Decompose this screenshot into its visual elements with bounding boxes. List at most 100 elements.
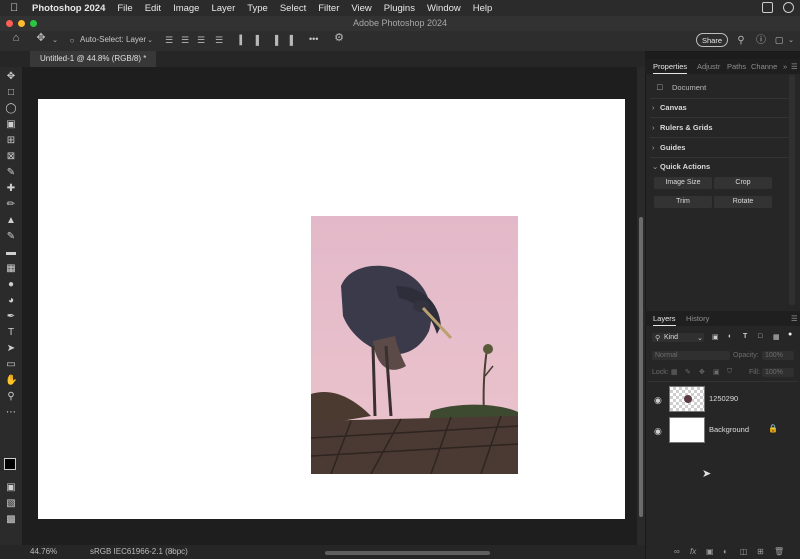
tab-adjustments[interactable]: Adjustr (697, 62, 720, 71)
auto-select-dropdown[interactable]: Layer (126, 35, 146, 44)
eyedropper-tool-icon[interactable]: ✎ (5, 167, 17, 179)
lock-all-icon[interactable]: ⛉ (727, 368, 732, 376)
filter-type-icon[interactable]: T (743, 333, 747, 340)
edit-toolbar-icon[interactable]: ▩ (5, 514, 17, 526)
history-brush-tool-icon[interactable]: ✎ (5, 231, 17, 243)
eraser-tool-icon[interactable]: ▬ (5, 247, 17, 259)
path-selection-tool-icon[interactable]: ➤ (5, 343, 17, 355)
new-adjustment-layer-icon[interactable]: ◐ (723, 547, 728, 556)
trim-button[interactable]: Trim (654, 196, 712, 208)
marquee-tool-icon[interactable]: □ (5, 87, 17, 99)
layer-name[interactable]: 1250290 (709, 394, 738, 403)
filter-adjustment-icon[interactable]: ◐ (728, 333, 732, 340)
rectangle-tool-icon[interactable]: ▭ (5, 359, 17, 371)
filter-toggle-icon[interactable]: ● (788, 331, 792, 338)
crop-tool-icon[interactable]: ⊞ (5, 135, 17, 147)
frame-tool-icon[interactable]: ⊠ (5, 151, 17, 163)
new-group-icon[interactable]: ◫ (740, 547, 748, 556)
section-quick-actions[interactable]: ⌄ Quick Actions (652, 162, 710, 171)
align-bottom-icon[interactable]: ☰ (196, 36, 206, 45)
auto-select-checkbox[interactable]: ○ (67, 36, 77, 45)
help-icon[interactable]: ⓘ (756, 36, 766, 46)
section-guides[interactable]: › Guides (652, 143, 685, 152)
rotate-button[interactable]: Rotate (714, 196, 772, 208)
vertical-scroll-thumb[interactable] (639, 217, 643, 517)
align-top-icon[interactable]: ☰ (164, 36, 174, 45)
tab-paths[interactable]: Paths (727, 62, 746, 71)
align-middle-icon[interactable]: ☰ (180, 36, 190, 45)
section-canvas[interactable]: › Canvas (652, 103, 687, 112)
filter-pixel-icon[interactable]: ▣ (712, 333, 719, 341)
screen-mode-icon[interactable]: ▧ (5, 498, 17, 510)
trash-icon[interactable]: 🗑 (774, 547, 784, 556)
pen-tool-icon[interactable]: ✒ (5, 311, 17, 323)
gradient-tool-icon[interactable]: ▦ (5, 263, 17, 275)
crop-button[interactable]: Crop (714, 177, 772, 189)
quick-mask-icon[interactable]: ▣ (5, 482, 17, 494)
move-tool-icon[interactable]: ✥ (5, 71, 17, 83)
share-button[interactable]: Share (696, 33, 728, 47)
object-selection-tool-icon[interactable]: ▣ (5, 119, 17, 131)
type-tool-icon[interactable]: T (5, 327, 17, 339)
more-tools-icon[interactable]: ⋯ (5, 407, 17, 419)
lock-pixels-icon[interactable]: ✎ (685, 368, 691, 376)
eye-icon[interactable]: ◉ (654, 426, 662, 437)
menu-window[interactable]: Window (427, 3, 461, 14)
tab-channels[interactable]: Channe (751, 62, 777, 71)
panel-menu-icon[interactable]: ☰ (791, 314, 798, 323)
siri-icon[interactable] (783, 2, 794, 13)
align-center-icon[interactable]: ▌ (254, 36, 264, 45)
blur-tool-icon[interactable]: ● (5, 279, 17, 291)
menu-app-name[interactable]: Photoshop 2024 (32, 3, 105, 14)
layer-style-icon[interactable]: fx (690, 547, 696, 556)
lock-icon[interactable]: 🔒 (768, 424, 778, 433)
menu-filter[interactable]: Filter (318, 3, 339, 14)
distribute-icon[interactable]: ☰ (214, 36, 224, 45)
align-right-icon[interactable]: ▐ (270, 36, 280, 45)
tab-layers[interactable]: Layers (653, 314, 676, 326)
new-layer-icon[interactable]: ⊞ (757, 547, 764, 556)
lasso-tool-icon[interactable]: ◯ (5, 103, 17, 115)
tab-properties[interactable]: Properties (653, 62, 688, 74)
menu-view[interactable]: View (351, 3, 371, 14)
menu-image[interactable]: Image (173, 3, 199, 14)
control-center-icon[interactable] (762, 2, 773, 13)
search-icon[interactable]: ⚲ (736, 36, 746, 46)
chevron-down-icon[interactable]: ⌄ (50, 36, 60, 45)
tab-history[interactable]: History (686, 314, 709, 323)
workspace-icon[interactable]: ▢ (774, 36, 784, 45)
menu-edit[interactable]: Edit (145, 3, 161, 14)
healing-brush-tool-icon[interactable]: ✚ (5, 183, 17, 195)
image-size-button[interactable]: Image Size (654, 177, 712, 189)
document-tab[interactable]: Untitled-1 @ 44.8% (RGB/8) * (30, 51, 157, 67)
clone-stamp-tool-icon[interactable]: ▲ (5, 215, 17, 227)
panel-menu-icon[interactable]: ☰ (791, 62, 798, 71)
menu-help[interactable]: Help (473, 3, 493, 14)
layer-row-background[interactable]: ◉ Background 🔒 (648, 416, 796, 446)
panel-collapse-icon[interactable]: » (783, 62, 787, 71)
chevron-down-icon[interactable]: ⌄ (145, 36, 155, 45)
dodge-tool-icon[interactable]: ◕ (5, 295, 17, 307)
zoom-level[interactable]: 44.76% (30, 547, 57, 556)
horizontal-scroll-thumb[interactable] (325, 551, 490, 555)
eye-icon[interactable]: ◉ (654, 395, 662, 406)
lock-artboard-icon[interactable]: ▣ (713, 368, 720, 376)
lock-position-icon[interactable]: ✥ (699, 368, 705, 376)
more-options-icon[interactable]: ••• (309, 34, 318, 44)
brush-tool-icon[interactable]: ✏ (5, 199, 17, 211)
hand-tool-icon[interactable]: ✋ (5, 375, 17, 387)
filter-shape-icon[interactable]: □ (758, 333, 762, 340)
lock-transparent-icon[interactable]: ▦ (671, 368, 678, 376)
move-tool-icon[interactable]: ✥ (36, 33, 46, 44)
foreground-color-swatch[interactable] (4, 458, 16, 470)
chevron-down-icon[interactable]: ⌄ (786, 36, 796, 45)
menu-select[interactable]: Select (280, 3, 306, 14)
menu-layer[interactable]: Layer (211, 3, 235, 14)
heron-photo[interactable] (311, 216, 518, 474)
layer-name[interactable]: Background (709, 425, 749, 434)
link-layers-icon[interactable]: ∞ (674, 547, 680, 556)
menu-file[interactable]: File (117, 3, 132, 14)
status-menu-arrow[interactable]: › (170, 547, 173, 556)
home-icon[interactable]: ⌂ (11, 33, 21, 44)
menu-type[interactable]: Type (247, 3, 268, 14)
